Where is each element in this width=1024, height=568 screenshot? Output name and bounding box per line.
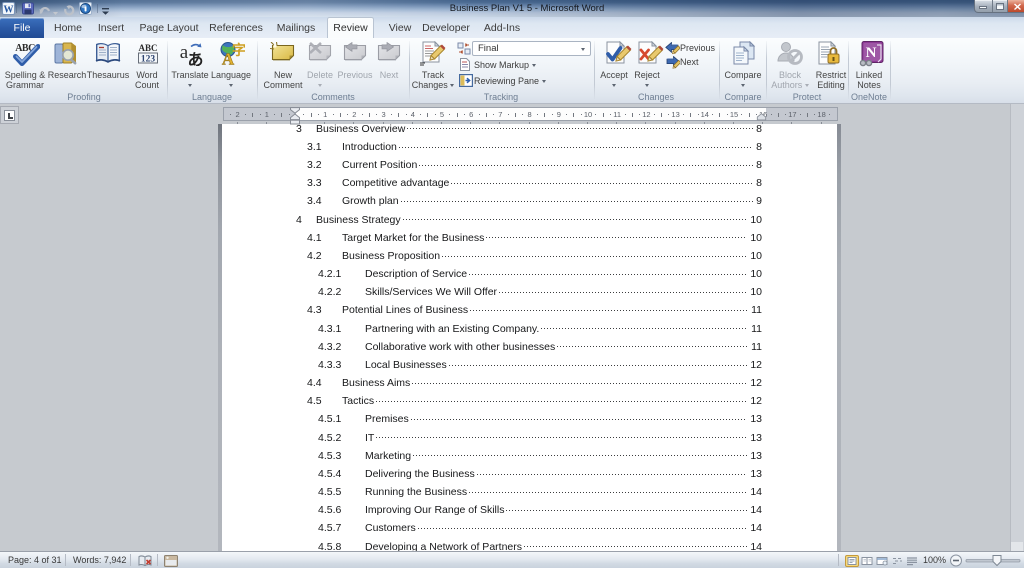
- svg-text:ABC: ABC: [138, 43, 157, 53]
- svg-text:N: N: [866, 45, 877, 61]
- svg-text:W: W: [4, 5, 14, 16]
- svg-text:123: 123: [141, 55, 156, 65]
- svg-text:あ: あ: [187, 51, 203, 66]
- svg-text:字: 字: [232, 42, 245, 58]
